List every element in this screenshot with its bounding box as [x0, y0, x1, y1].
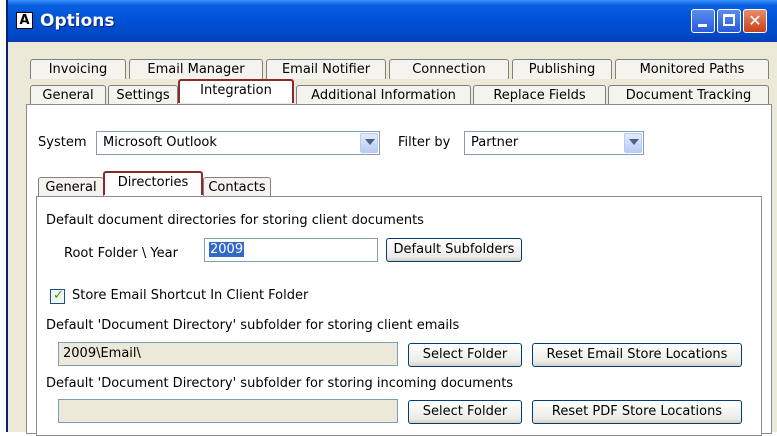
tab-publishing[interactable]: Publishing [512, 59, 612, 79]
subtab-directories[interactable]: Directories [103, 171, 203, 195]
reset-pdf-store-button[interactable]: Reset PDF Store Locations [532, 400, 742, 424]
root-folder-label: Root Folder \ Year [64, 246, 178, 261]
chevron-down-icon[interactable] [360, 133, 378, 153]
email-subfolder-label: Default 'Document Directory' subfolder f… [46, 318, 460, 333]
store-shortcut-label: Store Email Shortcut In Client Folder [72, 288, 309, 303]
tab-additional-information[interactable]: Additional Information [296, 85, 471, 105]
title-bar[interactable]: Ā Options ✕ [8, 0, 777, 42]
system-select[interactable]: Microsoft Outlook [96, 131, 380, 155]
tab-monitored-paths[interactable]: Monitored Paths [615, 59, 769, 79]
window-title: Options [40, 11, 115, 31]
tab-connection[interactable]: Connection [389, 59, 509, 79]
tab-document-tracking[interactable]: Document Tracking [608, 85, 769, 105]
tab-email-notifier[interactable]: Email Notifier [266, 59, 386, 79]
email-subfolder-value: 2009\Email\ [63, 346, 141, 361]
reset-email-store-button[interactable]: Reset Email Store Locations [532, 343, 742, 367]
minimize-button[interactable] [691, 9, 715, 33]
chevron-down-icon[interactable] [624, 133, 642, 153]
store-shortcut-checkbox[interactable]: ✓ [50, 288, 65, 304]
close-icon: ✕ [748, 11, 762, 30]
checkmark-icon: ✓ [53, 288, 64, 303]
tab-replace-fields[interactable]: Replace Fields [473, 85, 606, 105]
tab-invoicing[interactable]: Invoicing [30, 59, 126, 79]
tab-settings[interactable]: Settings [108, 85, 178, 105]
filter-value: Partner [471, 135, 519, 150]
filter-select[interactable]: Partner [464, 131, 644, 155]
minimize-icon [698, 24, 707, 27]
incoming-subfolder-label: Default 'Document Directory' subfolder f… [46, 376, 514, 391]
tab-integration[interactable]: Integration [178, 79, 294, 103]
root-folder-value: 2009 [209, 242, 245, 257]
root-folder-input[interactable]: 2009 [204, 238, 378, 262]
system-label: System [38, 135, 87, 150]
default-subfolders-button[interactable]: Default Subfolders [386, 238, 522, 262]
select-folder-button-2[interactable]: Select Folder [408, 400, 522, 424]
incoming-subfolder-input[interactable] [58, 399, 398, 423]
system-value: Microsoft Outlook [103, 135, 217, 150]
app-icon: Ā [16, 12, 33, 29]
email-subfolder-input[interactable]: 2009\Email\ [58, 342, 398, 366]
close-button[interactable]: ✕ [743, 9, 767, 33]
filter-label: Filter by [398, 135, 451, 150]
tab-general[interactable]: General [30, 85, 106, 105]
subtab-general[interactable]: General [38, 177, 104, 197]
directories-heading: Default document directories for storing… [46, 213, 424, 228]
subtab-contacts[interactable]: Contacts [203, 177, 271, 197]
options-window: Ā Options ✕ Invoicing Email Manager Emai… [6, 0, 777, 436]
maximize-button[interactable] [717, 9, 741, 33]
maximize-icon [723, 14, 735, 26]
select-folder-button[interactable]: Select Folder [408, 343, 522, 367]
tab-email-manager[interactable]: Email Manager [129, 59, 263, 79]
